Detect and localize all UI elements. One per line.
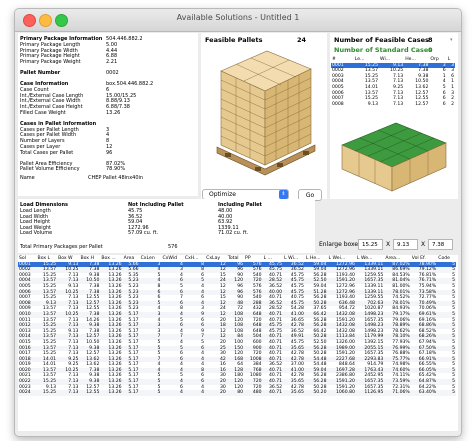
enlarge-width-field[interactable]: 9.13 bbox=[393, 239, 418, 250]
pallet-info-panel: Primary Package Information 504.446.882.2… bbox=[18, 33, 198, 196]
table-cell: 7.13 bbox=[57, 390, 80, 396]
name-value: CHEP Pallet 48inx40in bbox=[88, 175, 144, 182]
table-cell: 1126.95 bbox=[355, 390, 385, 396]
load-dimensions-panel: Load Dimensions Not Including Pallet Inclu… bbox=[18, 199, 315, 253]
table-cell: 20 bbox=[205, 390, 227, 396]
feasible-pallets-label: Feasible Pallets bbox=[205, 36, 263, 44]
table-header-row: Sol Box L Box W Box H Box ... Area CxLen CxWid C… bbox=[18, 256, 456, 262]
select-arrows-icon: ⇕ bbox=[279, 190, 288, 199]
table-row[interactable]: 0024 15.25 7.13 12.55 13.26 5.17 5 4 4 20 80 480 40.… bbox=[18, 390, 456, 396]
pallet-3d-image bbox=[216, 50, 316, 176]
table-cell: 5 bbox=[139, 390, 162, 396]
enlarge-boxes-label: Enlarge boxes bbox=[319, 241, 362, 248]
enlarge-length-field[interactable]: 15.25 bbox=[358, 239, 383, 250]
table-cell: 480 bbox=[244, 390, 263, 396]
table-cell: 1060.80 bbox=[327, 390, 356, 396]
table-cell: 0024 bbox=[18, 390, 37, 396]
solutions-table[interactable]: Sol Box L Box W Box H Box ... Area CxLen CxWid C… bbox=[18, 256, 456, 396]
window-title: Available Solutions - Untitled 1 bbox=[176, 13, 300, 22]
title-bar: Available Solutions - Untitled 1 bbox=[15, 9, 461, 32]
times-label-2: X bbox=[421, 241, 426, 248]
table-cell: 5 bbox=[437, 390, 456, 396]
table-cell: 63.40% bbox=[410, 390, 438, 396]
load-row-value: 57.09 cu. ft. bbox=[128, 230, 159, 237]
table-cell: 6 bbox=[442, 101, 446, 107]
info-value: 13.26 bbox=[106, 110, 121, 116]
app-window: Available Solutions - Untitled 1 Primary… bbox=[14, 8, 462, 437]
case-layer-3d-image bbox=[341, 122, 447, 192]
optimize-select-value: Optimize bbox=[209, 191, 236, 198]
info-value: 2.21 bbox=[106, 59, 118, 66]
table-cell: 13.26 bbox=[100, 390, 123, 396]
table-cell: 4 bbox=[161, 390, 184, 396]
feasible-cases-label: Number of Feasible Cases bbox=[334, 36, 429, 44]
table-cell: 0008 bbox=[332, 101, 344, 107]
load-row-value: 71.02 cu. ft. bbox=[218, 230, 249, 237]
table-cell: 15.25 bbox=[36, 390, 58, 396]
info-label: Pallet Volume Efficiency bbox=[20, 166, 80, 173]
table-cell: 12.55 bbox=[79, 390, 101, 396]
enlarge-height-field[interactable]: 7.38 bbox=[428, 239, 453, 250]
table-cell: 71.06% bbox=[384, 390, 411, 396]
standard-cases-count: 0 bbox=[428, 46, 433, 54]
info-value: 78.90% bbox=[106, 166, 126, 173]
table-cell: 2 bbox=[451, 101, 454, 107]
standard-cases-label: Number of Standard Cases bbox=[334, 46, 433, 54]
cases-panel: Number of Feasible Cases 8 Number of Sta… bbox=[330, 33, 458, 199]
info-label: Primary Package Weight bbox=[20, 59, 81, 66]
cases-table[interactable]: # Le... Wi... He... Orp L 0001 15.25 9.13 7.38 3 3 0… bbox=[331, 57, 455, 107]
solutions-table-panel: Sol Box L Box W Box H Box ... Area CxLen CxWid C… bbox=[18, 255, 458, 431]
table-cell: 35.65 bbox=[283, 390, 305, 396]
info-label: Filled Case Weight bbox=[20, 110, 66, 116]
info-label: Total Cases per Pallet bbox=[20, 149, 74, 156]
feasible-pallets-panel: Feasible Pallets 24 bbox=[201, 33, 327, 199]
chevron-down-icon[interactable]: ▾ bbox=[450, 37, 453, 43]
table-cell: 80 bbox=[226, 390, 245, 396]
table-cell: 4 bbox=[183, 390, 206, 396]
times-label: X bbox=[386, 241, 391, 248]
total-primary-packages-value: 576 bbox=[168, 244, 178, 250]
info-value: 96 bbox=[106, 149, 113, 156]
table-cell: 7.13 bbox=[392, 101, 404, 107]
table-cell: 50.20 bbox=[304, 390, 328, 396]
table-cell: 40.71 bbox=[262, 390, 284, 396]
feasible-cases-count: 8 bbox=[428, 36, 433, 44]
table-row[interactable]: 0008 9.13 7.13 12.57 6 2 bbox=[331, 102, 455, 108]
feasible-pallets-count: 24 bbox=[297, 36, 307, 44]
total-primary-packages-label: Total Primary Packages per Pallet bbox=[20, 244, 103, 250]
table-cell: 9.13 bbox=[367, 101, 378, 107]
load-row-label: Load Volume bbox=[20, 230, 53, 237]
name-label: Name bbox=[20, 175, 35, 182]
table-cell: 12.57 bbox=[415, 101, 429, 107]
pallet-number-value: 0002 bbox=[106, 70, 119, 76]
table-cell: 5.17 bbox=[122, 390, 140, 396]
info-value: box.504.446.882.2 bbox=[106, 81, 154, 87]
pallet-number-label: Pallet Number bbox=[20, 70, 61, 76]
